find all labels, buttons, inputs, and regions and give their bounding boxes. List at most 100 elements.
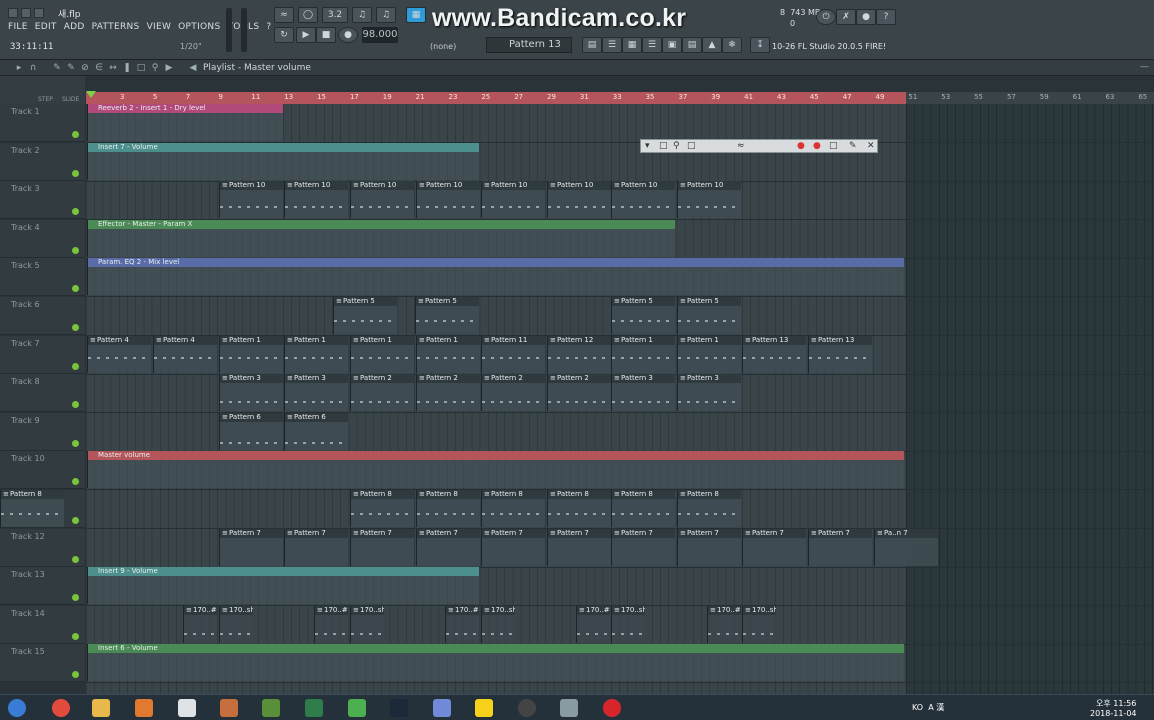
playlist-menu-arrow-icon[interactable]: ◀: [188, 63, 198, 73]
fl-info-panel[interactable]: 10-26 FL Studio 20.0.5 FIRE!: [772, 42, 886, 51]
obs-icon[interactable]: [518, 699, 536, 717]
pattern-mode-button[interactable]: ≈: [274, 7, 294, 23]
pattern-clip[interactable]: 170..#2: [183, 605, 217, 643]
track-header[interactable]: Track 10: [0, 451, 85, 490]
plugin-icon[interactable]: ▲: [702, 37, 722, 53]
pattern-clip[interactable]: Pattern 1: [416, 335, 480, 373]
metronome-button[interactable]: ♫: [352, 7, 372, 23]
playlist-icon[interactable]: ▤: [582, 37, 602, 53]
piano-roll-icon[interactable]: ☰: [602, 37, 622, 53]
track-mute-led[interactable]: [72, 208, 79, 216]
pattern-clip[interactable]: Pattern 5: [415, 297, 479, 334]
pattern-clip[interactable]: Pattern 3: [677, 374, 741, 412]
chrome-icon[interactable]: [52, 699, 70, 717]
track-mute-led[interactable]: [72, 555, 79, 563]
dropdown-icon[interactable]: ▾: [645, 141, 650, 151]
clock-date[interactable]: 2018-11-04: [1090, 709, 1137, 718]
mic-icon[interactable]: ●: [856, 9, 876, 25]
app2-icon[interactable]: [560, 699, 578, 717]
play-button[interactable]: ▶: [296, 27, 316, 43]
pattern-clip[interactable]: Pattern 7: [416, 528, 480, 566]
pattern-clip[interactable]: Pattern 8: [677, 490, 741, 527]
floating-toolbar[interactable]: ▾ □ ⚲ □ ≈ ● ● □ ✎ ✕: [640, 139, 878, 153]
track-mute-led[interactable]: [72, 285, 79, 293]
playback-tool-icon[interactable]: ▶: [164, 63, 174, 73]
help-icon[interactable]: ?: [876, 9, 896, 25]
notepad-icon[interactable]: [178, 699, 196, 717]
pattern-clip[interactable]: Pattern 11: [481, 335, 545, 373]
track-mute-led[interactable]: [72, 478, 79, 486]
track-header[interactable]: Track 6: [0, 297, 85, 335]
pattern-clip[interactable]: Pattern 1: [350, 335, 414, 373]
pattern-clip[interactable]: Pattern 7: [219, 528, 283, 566]
track-header[interactable]: Track 7: [0, 335, 85, 374]
pattern-clip[interactable]: Pattern 13: [742, 335, 806, 373]
zoom-tool-icon[interactable]: ⚲: [150, 63, 160, 73]
minecraft-icon[interactable]: [262, 699, 280, 717]
pattern-clip[interactable]: Pattern 8: [481, 490, 545, 527]
pattern-clip[interactable]: Pattern 4: [87, 335, 151, 373]
pattern-clip[interactable]: 170..sh: [350, 605, 384, 643]
automation-clip[interactable]: Master volume: [87, 451, 904, 489]
close-button[interactable]: [34, 8, 44, 18]
pattern-clip[interactable]: Pattern 10: [284, 181, 348, 219]
menu-edit[interactable]: EDIT: [35, 22, 57, 36]
track-mute-led[interactable]: [72, 632, 79, 640]
pattern-clip[interactable]: Pattern 1: [611, 335, 675, 373]
track-mute-led[interactable]: [72, 594, 79, 602]
track-header[interactable]: Track 13: [0, 567, 85, 606]
pattern-clip[interactable]: Pattern 12: [547, 335, 611, 373]
tools-icon[interactable]: ❄: [722, 37, 742, 53]
menu-help[interactable]: ?: [266, 22, 271, 36]
playlist-arrow-icon[interactable]: ▸: [14, 63, 24, 73]
automation-clip[interactable]: Param. EQ 2 - Mix level: [87, 258, 904, 296]
track-mute-led[interactable]: [72, 671, 79, 679]
pattern-clip[interactable]: Pattern 2: [350, 374, 414, 412]
track-header[interactable]: Track 14: [0, 605, 85, 644]
pattern-clip[interactable]: Pattern 7: [547, 528, 611, 566]
track-mute-led[interactable]: [72, 169, 79, 177]
discord-icon[interactable]: [433, 699, 451, 717]
paint-tool-icon[interactable]: ✎: [66, 63, 76, 73]
automation-clip[interactable]: Insert 7 - Volume: [87, 142, 479, 180]
pattern-clip[interactable]: Pattern 13: [808, 335, 872, 373]
pattern-clip[interactable]: Pattern 7: [481, 528, 545, 566]
channel-rack-icon[interactable]: ▦: [622, 37, 642, 53]
tempo-display[interactable]: 98.000: [362, 27, 398, 43]
track-header[interactable]: Track 4: [0, 219, 85, 258]
pattern-clip[interactable]: Pattern 2: [481, 374, 545, 412]
pat-song-toggle[interactable]: ↻: [274, 27, 294, 43]
mixer-icon[interactable]: ☰: [642, 37, 662, 53]
automation-clip[interactable]: Reeverb 2 - Insert 1 - Dry level: [87, 104, 283, 141]
pattern-clip[interactable]: Pattern 7: [284, 528, 348, 566]
minimize-button[interactable]: [8, 8, 18, 18]
pattern-clip[interactable]: Pattern 7: [611, 528, 675, 566]
slice-tool-icon[interactable]: ❚: [122, 63, 132, 73]
menu-file[interactable]: FILE: [8, 22, 28, 36]
magnet-icon[interactable]: ∩: [28, 63, 38, 73]
slip-tool-icon[interactable]: ↔: [108, 63, 118, 73]
power-icon[interactable]: ⏻: [816, 9, 836, 25]
playhead-marker[interactable]: [86, 91, 96, 98]
snap-selector[interactable]: (none): [430, 42, 456, 51]
pattern-clip[interactable]: Pattern 4: [153, 335, 217, 373]
pattern-clip[interactable]: Pattern 8: [350, 490, 414, 527]
close-icon[interactable]: ✕: [867, 141, 875, 151]
track-header[interactable]: Track 9: [0, 412, 85, 451]
pattern-clip[interactable]: Pattern 7: [808, 528, 872, 566]
rec-icon[interactable]: ●: [797, 141, 805, 151]
maximize-button[interactable]: [21, 8, 31, 18]
pattern-clip[interactable]: Pattern 1: [677, 335, 741, 373]
pattern-clip[interactable]: Pattern 10: [219, 181, 283, 219]
pattern-clip[interactable]: 170..#2: [314, 605, 348, 643]
pattern-clip[interactable]: Pattern 2: [416, 374, 480, 412]
track-header[interactable]: Track 3: [0, 181, 85, 220]
pattern-clip[interactable]: Pattern 8: [0, 490, 64, 527]
plugin-picker-icon[interactable]: ▣: [662, 37, 682, 53]
fl-studio-icon[interactable]: [220, 699, 238, 717]
pattern-clip[interactable]: 170..sh: [481, 605, 515, 643]
pattern-clip[interactable]: 170..#2: [445, 605, 479, 643]
snap-button[interactable]: ▦: [406, 7, 426, 23]
menu-patterns[interactable]: PATTERNS: [92, 22, 140, 36]
minimize-playlist-icon[interactable]: —: [1140, 62, 1149, 72]
